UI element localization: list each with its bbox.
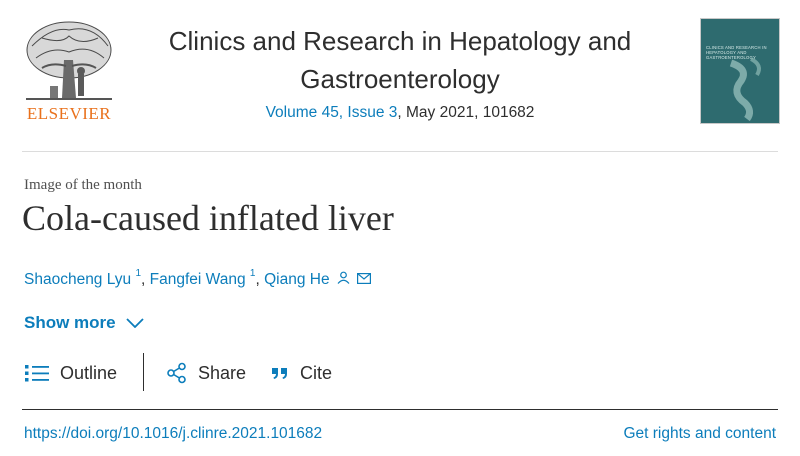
article-title: Cola-caused inflated liver — [22, 198, 394, 238]
author-affiliation[interactable]: 1 — [250, 268, 256, 279]
outline-label: Outline — [60, 362, 118, 383]
author-name[interactable]: Shaocheng Lyu — [24, 271, 131, 288]
author-name[interactable]: Qiang He — [264, 271, 329, 288]
issue-line: Volume 45, Issue 3, May 2021, 101682 — [140, 104, 660, 122]
share-button[interactable]: Share — [166, 353, 246, 393]
cite-button[interactable]: Cite — [270, 353, 332, 393]
article-toolbar: Outline Share Cite — [24, 353, 424, 393]
quote-icon — [272, 368, 287, 379]
journal-cover[interactable]: CLINICS AND RESEARCH IN HEPATOLOGY AND G… — [700, 18, 780, 124]
envelope-icon[interactable] — [357, 271, 372, 289]
author-list: Shaocheng Lyu 1, Fangfei Wang 1, Qiang H… — [24, 268, 372, 289]
chevron-down-icon — [125, 318, 144, 328]
elsevier-wordmark: ELSEVIER — [26, 104, 112, 123]
issue-details: , May 2021, 101682 — [397, 104, 535, 121]
share-icon — [167, 362, 186, 384]
elsevier-logo[interactable]: ELSEVIER — [22, 16, 116, 124]
show-more-label: Show more — [24, 313, 116, 332]
article-type: Image of the month — [24, 177, 142, 193]
author-affiliation[interactable]: 1 — [135, 268, 141, 279]
share-label: Share — [198, 362, 247, 383]
show-more-button[interactable]: Show more — [24, 313, 144, 333]
toolbar-separator — [143, 353, 144, 391]
list-icon — [25, 365, 49, 382]
header-divider — [22, 151, 778, 152]
author-name[interactable]: Fangfei Wang — [150, 271, 246, 288]
cover-graphic — [729, 57, 761, 122]
journal-header: ELSEVIER Clinics and Research in Hepatol… — [0, 0, 800, 150]
doi-link[interactable]: https://doi.org/10.1016/j.clinre.2021.10… — [24, 425, 322, 443]
outline-button[interactable]: Outline — [24, 353, 117, 393]
cite-label: Cite — [300, 362, 333, 383]
person-icon[interactable] — [337, 271, 350, 289]
journal-title-link[interactable]: Clinics and Research in Hepatology and G… — [140, 22, 660, 98]
volume-issue-link[interactable]: Volume 45, Issue 3 — [266, 104, 398, 121]
elsevier-tree-logo — [26, 21, 112, 100]
toolbar-divider — [22, 409, 778, 410]
rights-link[interactable]: Get rights and content — [623, 425, 776, 443]
